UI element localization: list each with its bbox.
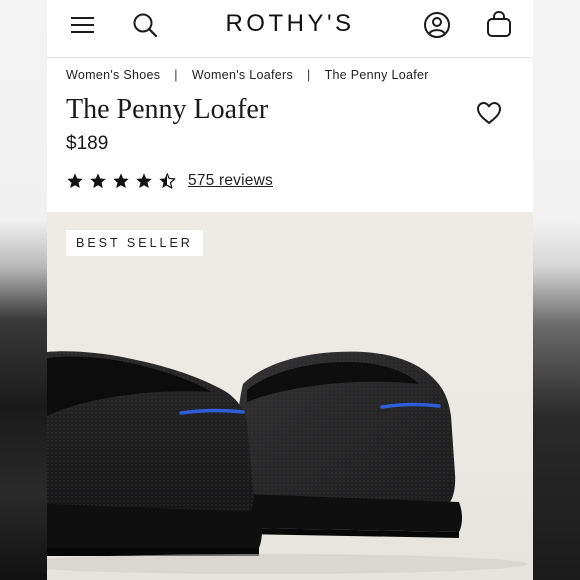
search-icon[interactable]	[131, 11, 159, 39]
star-icon	[136, 173, 152, 189]
breadcrumb-current-page[interactable]: The Penny Loafer	[325, 68, 429, 82]
background-left-edge	[0, 0, 47, 580]
heart-icon[interactable]	[475, 99, 503, 127]
breadcrumb-womens-loafers[interactable]: Women's Loafers	[192, 68, 293, 82]
star-icon	[113, 173, 129, 189]
product-price: $189	[66, 133, 109, 154]
account-icon[interactable]	[423, 11, 451, 39]
background-right-edge	[533, 0, 580, 580]
product-title: The Penny Loafer	[66, 94, 269, 125]
brand-logo[interactable]: ROTHY'S	[207, 10, 373, 38]
site-header: ROTHY'S	[47, 0, 533, 58]
product-page: ROTHY'S Women's Shoes | Women's Loafers | Th…	[47, 0, 533, 580]
star-rating	[66, 172, 181, 190]
breadcrumb-womens-shoes[interactable]: Women's Shoes	[66, 68, 160, 82]
menu-icon[interactable]	[71, 15, 95, 35]
half-star-icon	[159, 173, 176, 189]
reviews-link[interactable]: 575 reviews	[188, 172, 273, 190]
shopping-bag-icon[interactable]	[486, 10, 512, 38]
breadcrumb-separator: |	[307, 68, 311, 82]
breadcrumb-separator: |	[174, 68, 178, 82]
product-image	[47, 351, 527, 574]
star-icon	[90, 173, 106, 189]
breadcrumb: Women's Shoes | Women's Loafers | The Penny …	[66, 68, 429, 82]
best-seller-badge: BEST SELLER	[66, 230, 203, 256]
star-icon	[67, 173, 83, 189]
product-image-area[interactable]: BEST SELLER	[47, 212, 533, 580]
